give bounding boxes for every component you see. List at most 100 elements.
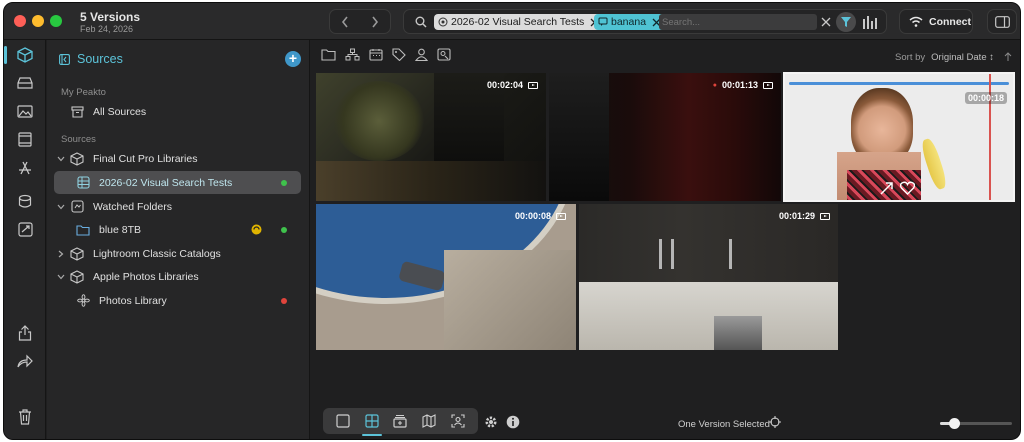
rail-apps[interactable] (14, 156, 36, 178)
back-button[interactable] (330, 10, 360, 33)
rail-drives[interactable] (14, 72, 36, 94)
duration-badge: 00:00:08 (515, 211, 566, 221)
archive-box-icon (70, 105, 84, 118)
grid-view-button[interactable] (361, 410, 383, 436)
calendar-icon[interactable] (369, 48, 383, 61)
collapse-sidebar-icon (59, 53, 70, 65)
sidebar-item-label: Watched Folders (93, 200, 172, 213)
single-view-button[interactable] (332, 410, 354, 432)
video-thumbnail[interactable]: 00:00:08 (316, 204, 576, 350)
duration-badge: 00:02:04 (487, 80, 538, 90)
thumbnail-espresso-machine (714, 316, 762, 350)
video-camera-icon (820, 212, 830, 220)
hierarchy-icon[interactable] (345, 48, 360, 61)
forward-button[interactable] (360, 10, 390, 33)
titlebar: 5 Versions Feb 24, 2026 2026-02 Visual S… (4, 3, 1020, 40)
cube-icon (70, 269, 84, 284)
library-icon (438, 17, 448, 27)
sort-by-label: Sort by (895, 52, 926, 63)
sidebar-item-lightroom[interactable]: Lightroom Classic Catalogs (54, 242, 301, 265)
forward-arrow-icon (17, 354, 33, 368)
rail-storage[interactable] (14, 190, 36, 212)
all-sources-label: All Sources (93, 105, 147, 118)
sort-value[interactable]: Original Date ↕ (931, 52, 994, 63)
video-thumbnail[interactable]: ● 00:01:13 (549, 73, 781, 201)
connect-button[interactable]: Connect (899, 9, 973, 34)
map-view-button[interactable] (418, 410, 440, 432)
add-source-button[interactable]: + (285, 51, 301, 67)
chevron-right-icon[interactable] (58, 250, 64, 258)
sort-direction-icon[interactable] (1004, 52, 1012, 62)
sidebar-item-label: Final Cut Pro Libraries (93, 152, 198, 165)
library-filter-label: 2026-02 Visual Search Tests (451, 16, 585, 28)
thumbnail-backsplash (579, 282, 838, 350)
people-view-button[interactable] (447, 410, 469, 432)
chevron-down-icon[interactable] (57, 204, 65, 210)
sources-header[interactable]: Sources (59, 52, 123, 66)
locate-icon[interactable] (769, 416, 781, 428)
face-id-icon[interactable] (437, 48, 451, 61)
rail-share[interactable] (14, 322, 36, 344)
drive-icon (17, 77, 33, 89)
gear-icon[interactable] (484, 415, 498, 429)
sidebar-item-label: blue 8TB (99, 223, 142, 236)
rail-compare[interactable] (14, 218, 36, 240)
folder-icon[interactable] (321, 48, 336, 61)
sidebar-item-watched-folders[interactable]: Watched Folders (54, 195, 301, 218)
library-filter-chip[interactable]: 2026-02 Visual Search Tests (434, 14, 604, 30)
info-icon[interactable] (506, 415, 520, 429)
square-icon (336, 414, 350, 428)
video-thumbnail[interactable]: 00:01:29 (579, 204, 838, 350)
grid-icon (365, 414, 379, 428)
sort-control[interactable]: Sort by Original Date ↕ (895, 52, 1012, 63)
keyword-filter-chip[interactable]: banana (594, 14, 666, 30)
window-title: 5 Versions (80, 10, 141, 24)
person-icon[interactable] (415, 48, 428, 61)
chevron-down-icon[interactable] (57, 274, 65, 280)
zoom-slider[interactable] (940, 418, 1012, 429)
watched-folder-icon (70, 200, 84, 213)
rail-trash[interactable] (14, 406, 36, 428)
trash-icon (19, 409, 31, 425)
sources-sidebar: Sources + My Peakto All Sources Sources … (47, 40, 310, 439)
library-grid-icon (76, 176, 90, 189)
inspector-toggle-button[interactable] (987, 9, 1017, 34)
rail-forward[interactable] (14, 350, 36, 372)
duration-label: 00:00:08 (514, 211, 551, 221)
expand-icon[interactable] (880, 182, 893, 195)
video-camera-icon (763, 81, 773, 89)
sidebar-item-visual-search-tests[interactable]: 2026-02 Visual Search Tests (54, 171, 301, 194)
rail-photos[interactable] (14, 100, 36, 122)
minimize-window-button[interactable] (32, 15, 44, 27)
all-sources-item[interactable]: All Sources (68, 100, 315, 123)
thumbnail-banana (919, 137, 949, 191)
video-thumbnail[interactable]: 00:02:04 (316, 73, 546, 201)
heart-icon[interactable] (900, 181, 915, 195)
search-input[interactable] (659, 14, 817, 30)
clear-search-icon[interactable] (821, 17, 831, 27)
histogram-icon[interactable] (863, 16, 877, 29)
chevron-down-icon[interactable] (57, 156, 65, 162)
filter-button[interactable] (836, 12, 856, 32)
rail-film[interactable] (14, 128, 36, 150)
zoom-slider-knob[interactable] (949, 418, 961, 429)
status-dot-online (281, 180, 287, 186)
keyword-filter-label: banana (611, 16, 647, 28)
rail-sources[interactable] (14, 44, 36, 66)
zoom-window-button[interactable] (50, 15, 62, 27)
photos-flower-icon (76, 294, 90, 307)
app-window: 5 Versions Feb 24, 2026 2026-02 Visual S… (3, 2, 1021, 440)
sync-badge-icon (251, 224, 262, 235)
sources-title: Sources (77, 52, 123, 66)
video-thumbnail-selected[interactable]: 00:00:18 (783, 72, 1015, 202)
close-window-button[interactable] (14, 15, 26, 27)
chevron-left-icon (341, 16, 348, 27)
sidebar-item-blue-8tb[interactable]: blue 8TB (54, 218, 301, 241)
sidebar-item-apple-photos[interactable]: Apple Photos Libraries (54, 265, 301, 288)
sidebar-item-photos-library[interactable]: Photos Library (54, 289, 301, 312)
sidebar-item-final-cut-pro[interactable]: Final Cut Pro Libraries (54, 147, 301, 170)
content-toolbar (321, 48, 451, 61)
stack-view-button[interactable] (389, 410, 411, 432)
tag-icon[interactable] (392, 48, 406, 61)
video-camera-icon (528, 81, 538, 89)
